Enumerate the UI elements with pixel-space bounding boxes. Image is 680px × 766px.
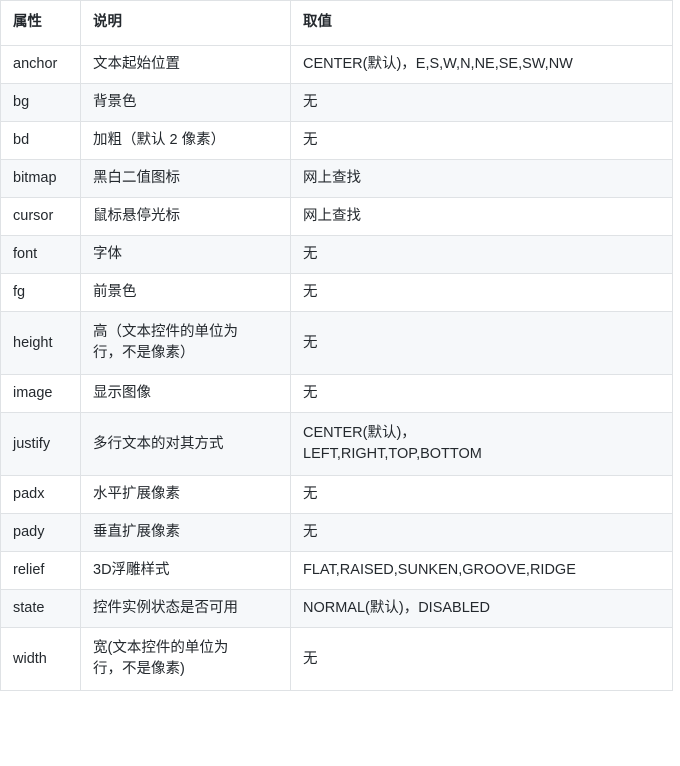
column-header-description: 说明 xyxy=(80,0,291,46)
cell-attribute-description: 前景色 xyxy=(80,273,291,313)
table-row: state 控件实例状态是否可用 NORMAL(默认)，DISABLED xyxy=(0,589,673,629)
cell-attribute-value: 无 xyxy=(290,513,673,553)
cell-attribute-name: relief xyxy=(0,551,81,591)
cell-attribute-name: width xyxy=(0,627,81,692)
cell-attribute-name: padx xyxy=(0,475,81,515)
table-row: width 宽(文本控件的单位为 行，不是像素) 无 xyxy=(0,627,673,692)
cell-attribute-description: 字体 xyxy=(80,235,291,275)
cell-attribute-value: 无 xyxy=(290,627,673,692)
table-row: cursor 鼠标悬停光标 网上查找 xyxy=(0,197,673,237)
cell-attribute-name: height xyxy=(0,311,81,376)
cell-attribute-description: 鼠标悬停光标 xyxy=(80,197,291,237)
cell-attribute-description: 高（文本控件的单位为 行，不是像素） xyxy=(80,311,291,376)
cell-attribute-value: CENTER(默认)，E,S,W,N,NE,SE,SW,NW xyxy=(290,44,673,85)
cell-attribute-name: justify xyxy=(0,412,81,477)
widget-attributes-table: 属性 说明 取值 anchor 文本起始位置 CENTER(默认)，E,S,W,N,… xyxy=(0,0,673,692)
table-row: bitmap 黑白二值图标 网上查找 xyxy=(0,159,673,199)
table-row: font 字体无 xyxy=(0,235,673,275)
table-header: 属性 说明 取值 xyxy=(0,0,673,46)
cell-attribute-description: 显示图像 xyxy=(80,374,291,414)
column-header-value: 取值 xyxy=(290,0,673,46)
table-header-row: 属性 说明 取值 xyxy=(0,0,673,46)
cell-attribute-name: bd xyxy=(0,121,81,161)
cell-attribute-description: 加粗（默认 2 像素） xyxy=(80,121,291,161)
cell-attribute-value: 网上查找 xyxy=(290,159,673,199)
cell-attribute-name: anchor xyxy=(0,44,81,85)
cell-attribute-description: 垂直扩展像素 xyxy=(80,513,291,553)
table-row: fg 前景色无 xyxy=(0,273,673,313)
cell-attribute-value: 网上查找 xyxy=(290,197,673,237)
cell-attribute-value: 无 xyxy=(290,475,673,515)
cell-attribute-description: 水平扩展像素 xyxy=(80,475,291,515)
table-row: anchor 文本起始位置 CENTER(默认)，E,S,W,N,NE,SE,SW,… xyxy=(0,44,673,85)
cell-attribute-description: 背景色 xyxy=(80,83,291,123)
cell-attribute-name: image xyxy=(0,374,81,414)
cell-attribute-description: 宽(文本控件的单位为 行，不是像素) xyxy=(80,627,291,692)
table-row: justify 多行文本的对其方式 CENTER(默认)， LEFT,RIGHT,T… xyxy=(0,412,673,477)
cell-attribute-description: 文本起始位置 xyxy=(80,44,291,85)
cell-attribute-value: NORMAL(默认)，DISABLED xyxy=(290,589,673,629)
cell-attribute-name: cursor xyxy=(0,197,81,237)
cell-attribute-value: CENTER(默认)， LEFT,RIGHT,TOP,BOTTOM xyxy=(290,412,673,477)
table-row: relief 3D浮雕样式 FLAT,RAISED,SUNKEN,GROOVE,RI… xyxy=(0,551,673,591)
cell-attribute-value: 无 xyxy=(290,374,673,414)
cell-attribute-name: font xyxy=(0,235,81,275)
table-row: height 高（文本控件的单位为 行，不是像素）无 xyxy=(0,311,673,376)
cell-attribute-name: bitmap xyxy=(0,159,81,199)
cell-attribute-description: 黑白二值图标 xyxy=(80,159,291,199)
cell-attribute-value: 无 xyxy=(290,235,673,275)
cell-attribute-value: 无 xyxy=(290,311,673,376)
cell-attribute-name: bg xyxy=(0,83,81,123)
cell-attribute-name: fg xyxy=(0,273,81,313)
column-header-attribute: 属性 xyxy=(0,0,81,46)
table-row: bg 背景色无 xyxy=(0,83,673,123)
table-body: anchor 文本起始位置 CENTER(默认)，E,S,W,N,NE,SE,SW,… xyxy=(0,44,673,692)
cell-attribute-value: 无 xyxy=(290,273,673,313)
cell-attribute-name: pady xyxy=(0,513,81,553)
table-row: padx 水平扩展像素无 xyxy=(0,475,673,515)
cell-attribute-description: 多行文本的对其方式 xyxy=(80,412,291,477)
cell-attribute-name: state xyxy=(0,589,81,629)
cell-attribute-value: 无 xyxy=(290,83,673,123)
cell-attribute-value: 无 xyxy=(290,121,673,161)
cell-attribute-value: FLAT,RAISED,SUNKEN,GROOVE,RIDGE xyxy=(290,551,673,591)
table-row: bd 加粗（默认 2 像素）无 xyxy=(0,121,673,161)
cell-attribute-description: 3D浮雕样式 xyxy=(80,551,291,591)
table-row: image 显示图像无 xyxy=(0,374,673,414)
table-row: pady 垂直扩展像素无 xyxy=(0,513,673,553)
cell-attribute-description: 控件实例状态是否可用 xyxy=(80,589,291,629)
